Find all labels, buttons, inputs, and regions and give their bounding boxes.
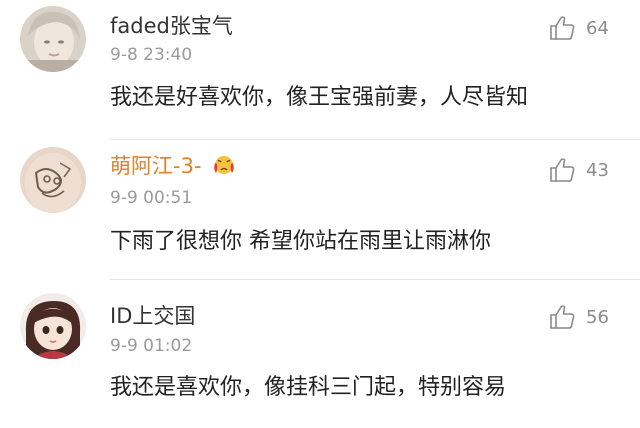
- like-button[interactable]: 56: [548, 303, 609, 331]
- username[interactable]: ID上交国: [110, 303, 195, 329]
- crying-face-emoji-icon: [212, 155, 236, 175]
- comment-timestamp: 9-9 00:51: [110, 188, 193, 208]
- comment-text: 我还是好喜欢你，像王宝强前妻，人尽皆知: [110, 85, 529, 110]
- comment-item: faded张宝气 9-8 23:40 64 我还是好喜欢你，像王宝强前妻，人尽皆…: [0, 0, 640, 140]
- like-count: 56: [586, 306, 609, 328]
- avatar[interactable]: [20, 6, 86, 72]
- like-button[interactable]: 64: [548, 14, 609, 42]
- avatar[interactable]: [20, 147, 86, 213]
- like-count: 64: [586, 17, 609, 39]
- comment-text: 我还是喜欢你，像挂科三门起，特别容易: [110, 375, 507, 400]
- username[interactable]: faded张宝气: [110, 13, 233, 39]
- comment-item: ID上交国 9-9 01:02 56 我还是喜欢你，像挂科三门起，特别容易: [0, 280, 640, 428]
- comment-text: 下雨了很想你 希望你站在雨里让雨淋你: [110, 229, 491, 254]
- thumbs-up-icon: [548, 14, 576, 42]
- thumbs-up-icon: [548, 156, 576, 184]
- username[interactable]: 萌阿江-3-: [110, 153, 236, 179]
- comment-item: 萌阿江-3- 9-9 00:51 43 下雨了很想你 希望你站在雨里让雨淋你: [0, 140, 640, 280]
- like-count: 43: [586, 159, 609, 181]
- like-button[interactable]: 43: [548, 156, 609, 184]
- avatar[interactable]: [20, 293, 86, 359]
- username-label: 萌阿江-3-: [110, 154, 202, 178]
- comment-timestamp: 9-8 23:40: [110, 45, 193, 65]
- comment-timestamp: 9-9 01:02: [110, 336, 193, 356]
- thumbs-up-icon: [548, 303, 576, 331]
